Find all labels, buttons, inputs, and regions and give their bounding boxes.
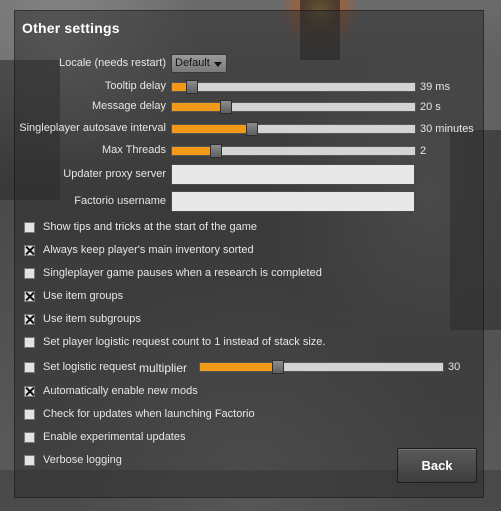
checkbox-row-item-subgroups[interactable]: Use item subgroups (24, 311, 141, 327)
check-updates-checkbox[interactable] (24, 408, 35, 420)
tooltip-delay-value: 39 ms (420, 81, 450, 93)
autosave-interval-label: Singleplayer autosave interval (19, 122, 166, 134)
inventory-sorted-label: Always keep player's main inventory sort… (43, 244, 254, 256)
inventory-sorted-checkbox[interactable] (24, 244, 35, 256)
proxy-server-label: Updater proxy server (63, 168, 166, 180)
logistic-request-checkbox[interactable] (24, 361, 35, 373)
multiplier-label: multiplier (139, 361, 188, 375)
tooltip-delay-label: Tooltip delay (104, 80, 166, 92)
checkbox-row-auto-enable-mods[interactable]: Automatically enable new mods (24, 383, 198, 399)
slider-handle[interactable] (210, 144, 222, 158)
factorio-username-label: Factorio username (74, 195, 166, 207)
slider-fill (200, 363, 273, 371)
checkbox-row-research-pause[interactable]: Singleplayer game pauses when a research… (24, 265, 322, 281)
message-delay-label: Message delay (92, 100, 166, 112)
logistic-count-checkbox[interactable] (24, 336, 35, 348)
checkbox-row-check-updates[interactable]: Check for updates when launching Factori… (24, 406, 255, 422)
locale-value: Default (175, 57, 210, 69)
locale-label: Locale (needs restart) (59, 57, 166, 69)
logistic-count-label: Set player logistic request count to 1 i… (43, 336, 326, 348)
check-updates-label: Check for updates when launching Factori… (43, 408, 255, 420)
autosave-interval-slider[interactable] (171, 122, 416, 136)
proxy-server-input[interactable] (171, 164, 415, 185)
item-subgroups-label: Use item subgroups (43, 313, 141, 325)
item-groups-label: Use item groups (43, 290, 124, 302)
slider-fill (172, 147, 211, 155)
research-pause-checkbox[interactable] (24, 267, 35, 279)
slider-handle[interactable] (186, 80, 198, 94)
checkbox-row-experimental-updates[interactable]: Enable experimental updates (24, 429, 185, 445)
chevron-down-icon (214, 62, 222, 67)
logistic-request-label: Set logistic request (43, 361, 136, 373)
tooltip-delay-slider[interactable] (171, 80, 416, 94)
experimental-updates-label: Enable experimental updates (43, 431, 186, 443)
auto-enable-mods-checkbox[interactable] (24, 385, 35, 397)
multiplier-slider[interactable] (199, 360, 444, 374)
auto-enable-mods-label: Automatically enable new mods (43, 385, 198, 397)
checkbox-row-inventory-sorted[interactable]: Always keep player's main inventory sort… (24, 242, 254, 258)
verbose-logging-label: Verbose logging (43, 454, 122, 466)
factorio-username-input[interactable] (171, 191, 415, 212)
item-subgroups-checkbox[interactable] (24, 313, 35, 325)
slider-handle[interactable] (272, 360, 284, 374)
checkbox-row-logistic-request[interactable]: Set logistic request (24, 359, 136, 375)
max-threads-value: 2 (420, 145, 427, 157)
checkbox-row-logistic-count[interactable]: Set player logistic request count to 1 i… (24, 334, 325, 350)
research-pause-label: Singleplayer game pauses when a research… (43, 267, 322, 279)
max-threads-label: Max Threads (102, 144, 166, 156)
item-groups-checkbox[interactable] (24, 290, 35, 302)
slider-handle[interactable] (246, 122, 258, 136)
slider-fill (172, 83, 187, 91)
checkbox-row-tips[interactable]: Show tips and tricks at the start of the… (24, 219, 257, 235)
checkbox-row-verbose-logging[interactable]: Verbose logging (24, 452, 122, 468)
tips-checkbox[interactable] (24, 221, 35, 233)
locale-dropdown[interactable]: Default (171, 54, 227, 73)
slider-fill (172, 103, 221, 111)
slider-fill (172, 125, 247, 133)
tips-label: Show tips and tricks at the start of the… (43, 221, 257, 233)
message-delay-slider[interactable] (171, 100, 416, 114)
experimental-updates-checkbox[interactable] (24, 431, 35, 443)
slider-handle[interactable] (220, 100, 232, 114)
panel-title: Other settings (22, 20, 120, 36)
autosave-interval-value: 30 minutes (420, 123, 474, 135)
message-delay-value: 20 s (420, 101, 441, 113)
back-button[interactable]: Back (397, 448, 477, 483)
max-threads-slider[interactable] (171, 144, 416, 158)
verbose-logging-checkbox[interactable] (24, 454, 35, 466)
checkbox-row-item-groups[interactable]: Use item groups (24, 288, 123, 304)
multiplier-value: 30 (448, 361, 461, 373)
